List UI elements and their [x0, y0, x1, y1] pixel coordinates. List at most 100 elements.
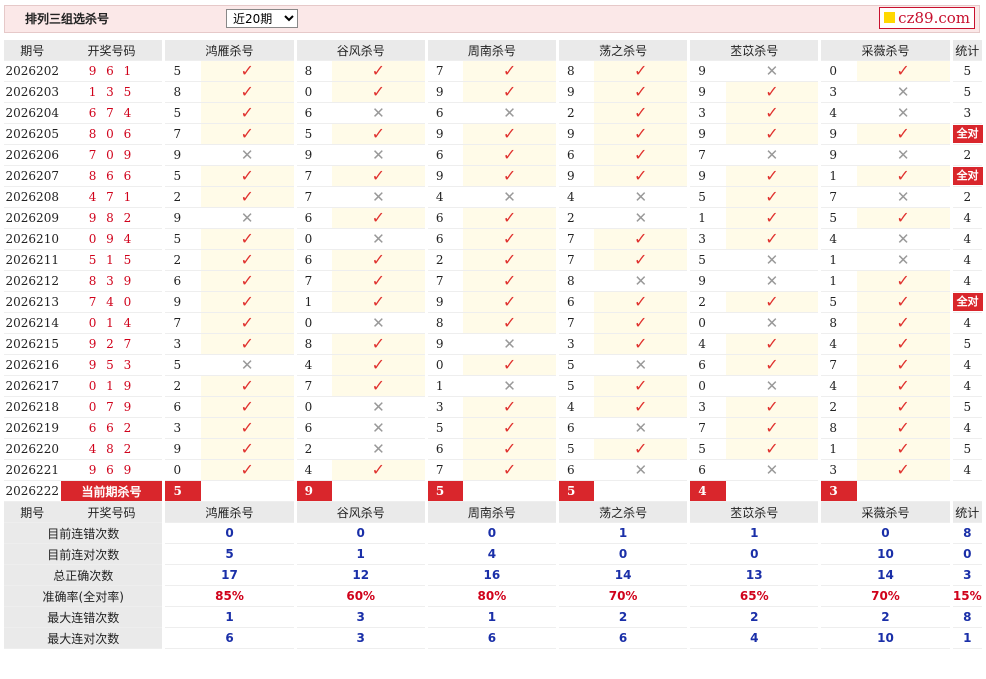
kill-number: 9 [559, 123, 595, 145]
cross-icon: ✕ [765, 461, 779, 479]
issue-cell: 2026202 [4, 60, 61, 82]
result-cell: ✓ [200, 123, 294, 145]
stat-cell: 3 [952, 102, 982, 124]
header-stat: 统计 [952, 501, 982, 523]
check-icon: ✓ [371, 292, 386, 311]
kill-number: 6 [427, 144, 464, 166]
result-cell: ✕ [463, 102, 556, 124]
result-cell: ✓ [594, 291, 688, 313]
kill-number: 7 [559, 228, 595, 250]
check-icon: ✓ [765, 124, 779, 143]
empty-cell [856, 480, 950, 502]
check-icon: ✓ [896, 271, 910, 290]
check-icon: ✓ [634, 82, 648, 101]
summary-stat-value: 15% [952, 585, 982, 607]
period-select[interactable]: 近20期 [226, 9, 298, 28]
result-cell: ✕ [856, 249, 950, 271]
cross-icon: ✕ [634, 188, 648, 206]
kill-number: 9 [427, 123, 464, 145]
summary-value: 0 [165, 522, 294, 544]
result-cell: ✕ [463, 333, 556, 355]
kill-number: 3 [427, 396, 464, 418]
kill-number: 4 [296, 354, 332, 376]
result-cell: ✓ [463, 438, 556, 460]
kill-number: 5 [296, 123, 332, 145]
stat-cell: 5 [952, 333, 982, 355]
issue-cell: 2026216 [4, 354, 61, 376]
summary-row: 目前连错次数 0 0 0 1 1 0 8 [4, 522, 982, 544]
draw-number: 4 7 1 [60, 186, 163, 208]
result-cell: ✓ [463, 249, 556, 271]
result-cell: ✓ [463, 60, 556, 82]
result-cell: ✓ [725, 417, 819, 439]
result-cell: ✓ [856, 207, 950, 229]
kill-number: 9 [427, 291, 464, 313]
kill-number: 9 [559, 81, 595, 103]
kill-number: 7 [559, 249, 595, 271]
summary-value: 3 [296, 627, 425, 649]
result-cell: ✓ [856, 333, 950, 355]
summary-value: 0 [559, 543, 688, 565]
site-logo[interactable]: cz89.com [879, 7, 975, 29]
result-cell: ✕ [331, 228, 425, 250]
check-icon: ✓ [371, 355, 386, 374]
table-row: 2026214 0 1 4 7 ✓ 0 ✕ 8 ✓ 7 ✓ 0 ✕ 8 ✓ 4 [4, 312, 982, 334]
summary-label: 最大连错次数 [4, 606, 163, 628]
kill-number: 9 [296, 144, 332, 166]
check-icon: ✓ [896, 166, 910, 185]
check-icon: ✓ [765, 187, 779, 206]
stat-cell: 全对 [952, 291, 983, 313]
cross-icon: ✕ [896, 188, 910, 206]
check-icon: ✓ [240, 124, 254, 143]
cross-icon: ✕ [503, 188, 516, 206]
cross-icon: ✕ [372, 419, 385, 437]
table-row: 2026212 8 3 9 6 ✓ 7 ✓ 7 ✓ 8 ✕ 9 ✕ 1 ✓ 4 [4, 270, 982, 292]
kill-number: 7 [690, 417, 726, 439]
check-icon: ✓ [502, 271, 517, 290]
result-cell: ✓ [200, 333, 294, 355]
check-icon: ✓ [896, 208, 910, 227]
table-row: 2026215 9 2 7 3 ✓ 8 ✓ 9 ✕ 3 ✓ 4 ✓ 4 ✓ 5 [4, 333, 982, 355]
issue-cell: 2026204 [4, 102, 61, 124]
check-icon: ✓ [765, 82, 779, 101]
check-icon: ✓ [371, 271, 386, 290]
kill-number: 8 [296, 333, 332, 355]
draw-number: 8 6 6 [60, 165, 163, 187]
check-icon: ✓ [896, 460, 910, 479]
kill-number: 5 [690, 438, 726, 460]
result-cell: ✓ [594, 375, 688, 397]
kill-number: 3 [690, 228, 726, 250]
kill-number: 4 [821, 228, 857, 250]
kill-number: 6 [559, 291, 595, 313]
result-cell: ✕ [725, 144, 819, 166]
kill-number: 6 [427, 228, 464, 250]
result-cell: ✓ [594, 438, 688, 460]
current-kill-number: 5 [165, 480, 201, 502]
cross-icon: ✕ [372, 398, 385, 416]
kill-number: 6 [296, 249, 332, 271]
result-cell: ✓ [463, 312, 556, 334]
kill-number: 5 [165, 102, 201, 124]
kill-number: 2 [165, 375, 201, 397]
cross-icon: ✕ [765, 251, 779, 269]
check-icon: ✓ [502, 313, 517, 332]
issue-cell: 2026219 [4, 417, 61, 439]
kill-number: 6 [427, 207, 464, 229]
issue-cell: 2026208 [4, 186, 61, 208]
result-cell: ✕ [725, 249, 819, 271]
stat-cell: 4 [952, 207, 982, 229]
kill-number: 2 [165, 186, 201, 208]
header-expert: 鸿雁杀号 [165, 40, 294, 61]
issue-cell: 2026217 [4, 375, 61, 397]
table-row: 2026206 7 0 9 9 ✕ 9 ✕ 6 ✓ 6 ✓ 7 ✕ 9 ✕ 2 [4, 144, 982, 166]
table-row: 2026205 8 0 6 7 ✓ 5 ✓ 9 ✓ 9 ✓ 9 ✓ 9 ✓ 全对 [4, 123, 983, 145]
result-cell: ✓ [856, 165, 950, 187]
draw-number: 9 6 1 [60, 60, 163, 82]
stat-value: 4 [963, 211, 972, 225]
header-expert: 周南杀号 [427, 501, 556, 523]
result-cell: ✓ [725, 333, 819, 355]
check-icon: ✓ [502, 460, 517, 479]
header-expert: 苤苡杀号 [690, 501, 819, 523]
issue-cell: 2026211 [4, 249, 61, 271]
summary-value: 5 [165, 543, 294, 565]
